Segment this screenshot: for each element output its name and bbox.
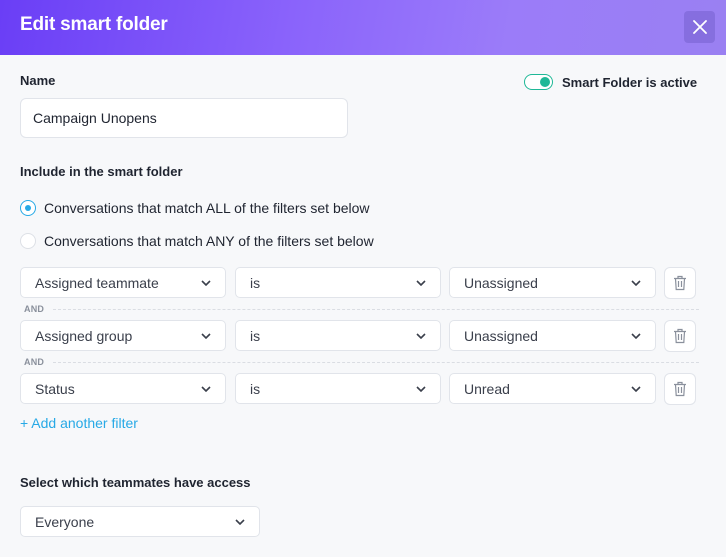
close-icon bbox=[692, 20, 707, 34]
delete-filter-button[interactable] bbox=[664, 373, 696, 405]
select-value: is bbox=[250, 380, 261, 397]
select-value: Unassigned bbox=[464, 327, 538, 344]
and-connector: AND bbox=[24, 356, 699, 368]
access-label: Select which teammates have access bbox=[20, 475, 251, 490]
chevron-down-icon bbox=[631, 385, 641, 392]
trash-icon bbox=[674, 328, 686, 344]
divider bbox=[53, 308, 699, 310]
filter-operator-select[interactable]: is bbox=[235, 320, 441, 351]
trash-icon bbox=[674, 381, 686, 397]
close-button[interactable] bbox=[684, 11, 715, 43]
access-select[interactable]: Everyone bbox=[20, 506, 260, 537]
radio-match-all[interactable]: Conversations that match ALL of the filt… bbox=[20, 200, 370, 216]
delete-filter-button[interactable] bbox=[664, 267, 696, 299]
toggle-knob bbox=[540, 77, 550, 87]
select-value: Assigned group bbox=[35, 327, 133, 344]
select-value: Everyone bbox=[35, 513, 95, 530]
chevron-down-icon bbox=[631, 279, 641, 286]
filter-value-select[interactable]: Unassigned bbox=[449, 267, 656, 298]
divider bbox=[53, 361, 699, 363]
select-value: Assigned teammate bbox=[35, 274, 159, 291]
include-label: Include in the smart folder bbox=[20, 164, 183, 179]
filter-field-select[interactable]: Assigned teammate bbox=[20, 267, 226, 298]
active-toggle-label: Smart Folder is active bbox=[562, 74, 698, 90]
add-filter-link[interactable]: + Add another filter bbox=[20, 415, 138, 431]
select-value: is bbox=[250, 327, 261, 344]
name-label: Name bbox=[20, 73, 56, 88]
folder-name-input[interactable] bbox=[20, 98, 348, 138]
and-label: AND bbox=[24, 357, 45, 367]
radio-match-any[interactable]: Conversations that match ANY of the filt… bbox=[20, 233, 374, 249]
filter-field-select[interactable]: Assigned group bbox=[20, 320, 226, 351]
chevron-down-icon bbox=[201, 279, 211, 286]
chevron-down-icon bbox=[201, 385, 211, 392]
radio-button[interactable] bbox=[20, 233, 36, 249]
chevron-down-icon bbox=[235, 518, 245, 525]
filter-value-select[interactable]: Unassigned bbox=[449, 320, 656, 351]
filter-operator-select[interactable]: is bbox=[235, 373, 441, 404]
filter-value-select[interactable]: Unread bbox=[449, 373, 656, 404]
chevron-down-icon bbox=[416, 279, 426, 286]
radio-label: Conversations that match ANY of the filt… bbox=[44, 233, 374, 249]
filter-field-select[interactable]: Status bbox=[20, 373, 226, 404]
radio-label: Conversations that match ALL of the filt… bbox=[44, 200, 370, 216]
active-toggle-row: Smart Folder is active bbox=[524, 72, 697, 92]
select-value: Status bbox=[35, 380, 75, 397]
select-value: Unread bbox=[464, 380, 510, 397]
select-value: Unassigned bbox=[464, 274, 538, 291]
filter-operator-select[interactable]: is bbox=[235, 267, 441, 298]
active-toggle[interactable] bbox=[524, 74, 553, 90]
dialog-title: Edit smart folder bbox=[20, 14, 168, 35]
select-value: is bbox=[250, 274, 261, 291]
and-label: AND bbox=[24, 304, 45, 314]
chevron-down-icon bbox=[631, 332, 641, 339]
chevron-down-icon bbox=[416, 385, 426, 392]
trash-icon bbox=[674, 275, 686, 291]
chevron-down-icon bbox=[201, 332, 211, 339]
and-connector: AND bbox=[24, 303, 699, 315]
radio-button[interactable] bbox=[20, 200, 36, 216]
chevron-down-icon bbox=[416, 332, 426, 339]
delete-filter-button[interactable] bbox=[664, 320, 696, 352]
dialog-header: Edit smart folder bbox=[0, 0, 726, 55]
